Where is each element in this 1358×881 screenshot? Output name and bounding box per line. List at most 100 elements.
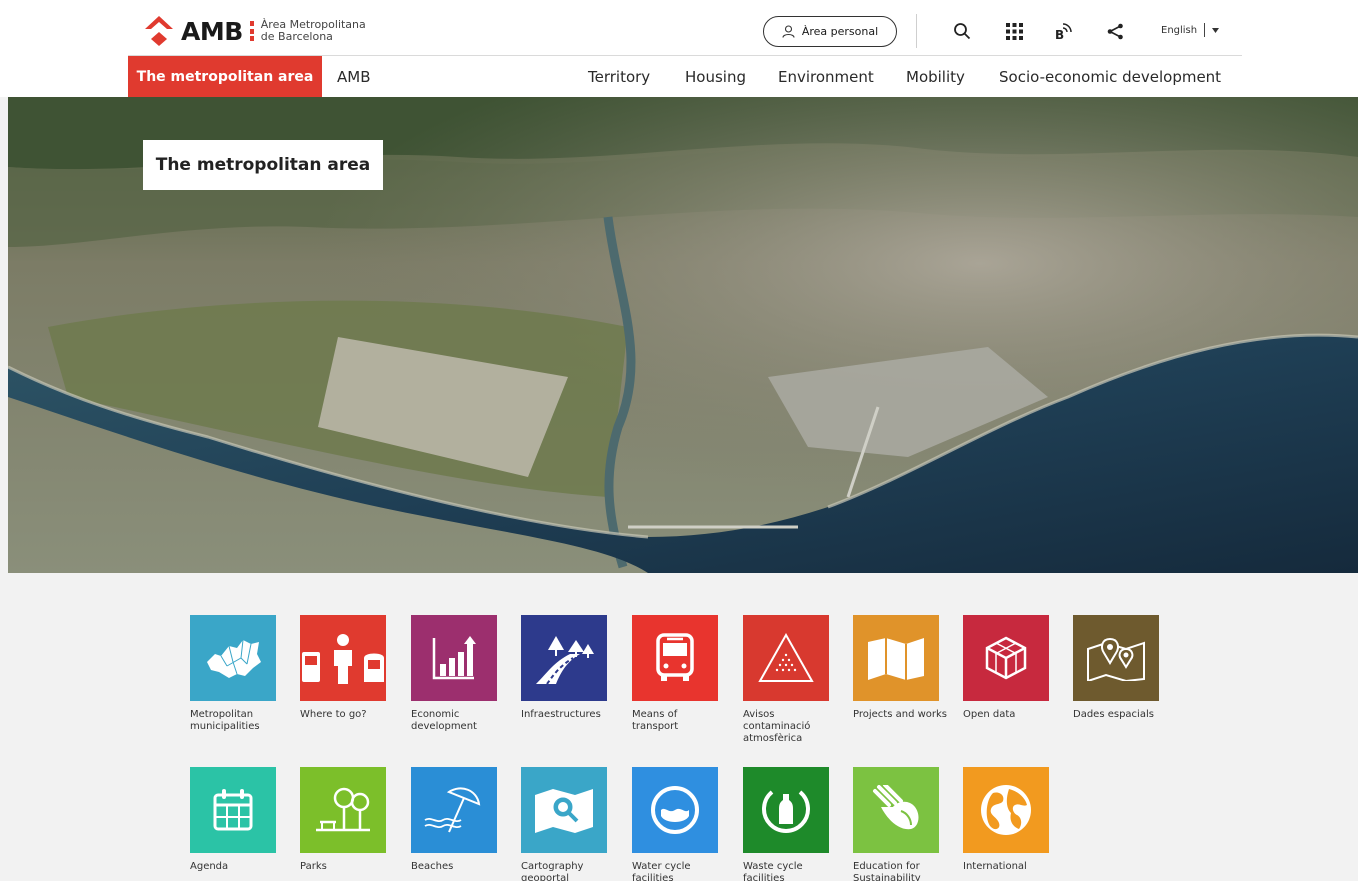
area-personal-label: Àrea personal (801, 25, 879, 38)
trees-bench-icon (316, 787, 370, 832)
calendar-icon (213, 789, 253, 831)
logo-word: AMB (181, 16, 243, 46)
beach-umbrella-icon (424, 787, 481, 833)
tile-avisos-contaminacio-atmosferica[interactable]: Avisos contaminació atmosfèrica (743, 615, 829, 745)
tile-means-of-transport[interactable]: Means of transport (632, 615, 718, 733)
tile-infraestructures[interactable]: Infraestructures (521, 615, 607, 721)
tile-label: International (963, 861, 1027, 872)
tile-water-cycle-facilities[interactable]: Water cycle facilities (632, 767, 718, 881)
tile-metropolitan-municipalities[interactable]: Metropolitan municipalities (190, 615, 276, 733)
apps-button[interactable] (1001, 18, 1027, 44)
nav-item-territory[interactable]: Territory (588, 56, 650, 97)
tile-beaches[interactable]: Beaches (411, 767, 497, 873)
tile-label: Parks (300, 861, 327, 872)
search-icon (954, 23, 971, 40)
tile-box (963, 767, 1049, 853)
tile-box (300, 615, 386, 701)
area-personal-button[interactable]: Àrea personal (763, 16, 897, 47)
folded-map-icon (868, 638, 924, 680)
svg-text:B: B (1055, 28, 1064, 41)
hero-aerial-image: The metropolitan area (8, 97, 1358, 573)
language-selector[interactable]: English (1161, 23, 1220, 37)
tile-box (853, 767, 939, 853)
tile-where-to-go[interactable]: Where to go? (300, 615, 386, 721)
water-cycle-icon (651, 786, 699, 834)
tile-parks[interactable]: Parks (300, 767, 386, 873)
tile-agenda[interactable]: Agenda (190, 767, 276, 873)
apps-grid-icon (1005, 22, 1023, 40)
tile-box (411, 767, 497, 853)
nav-item-socio-economic-development[interactable]: Socio-economic development (999, 56, 1221, 97)
map-pin-icon (1087, 637, 1145, 681)
share-button[interactable] (1102, 18, 1128, 44)
map-municipalities-icon (207, 639, 261, 678)
logo-subtitle: Àrea Metropolitana de Barcelona (260, 18, 366, 43)
pedestrian-transport-icon (302, 634, 384, 684)
tile-box (190, 615, 276, 701)
tile-international[interactable]: International (963, 767, 1049, 873)
map-search-icon (535, 789, 593, 833)
bicing-button[interactable]: B (1051, 18, 1077, 44)
bottle-cycle-icon (762, 790, 810, 833)
tile-open-data[interactable]: Open data (963, 615, 1049, 721)
tile-box (743, 767, 829, 853)
tile-box (963, 615, 1049, 701)
language-divider (1204, 23, 1206, 37)
hands-leaf-icon (873, 785, 919, 830)
bus-icon (656, 633, 694, 681)
tile-cartography-geoportal[interactable]: Cartography geoportal (521, 767, 607, 881)
tile-label: Beaches (411, 861, 454, 872)
search-button[interactable] (949, 18, 975, 44)
tile-box (743, 615, 829, 701)
tile-box (632, 767, 718, 853)
tile-label: Cartography geoportal (521, 861, 584, 881)
tile-dades-espacials[interactable]: Dades espacials (1073, 615, 1159, 721)
tile-label: Waste cycle facilities (743, 861, 803, 881)
hero-title: The metropolitan area (143, 140, 383, 190)
tile-projects-and-works[interactable]: Projects and works (853, 615, 947, 721)
amb-logo[interactable]: AMB Àrea Metropolitana de Barcelona (145, 14, 366, 48)
logo-dots (249, 21, 255, 41)
tile-box (521, 615, 607, 701)
tile-label: Avisos contaminació atmosfèrica (743, 709, 811, 744)
tile-education-for-sustainability[interactable]: Education for Sustainability (853, 767, 939, 881)
nav-item-mobility[interactable]: Mobility (906, 56, 965, 97)
tile-label: Projects and works (853, 709, 948, 720)
tile-label: Education for Sustainability (853, 861, 921, 881)
tile-box (411, 615, 497, 701)
chevron-down-icon (1212, 27, 1220, 33)
tile-box (521, 767, 607, 853)
amb-diamond-logo-icon (145, 16, 173, 46)
tile-label: Water cycle facilities (632, 861, 691, 881)
nav-item-the-metropolitan-area[interactable]: The metropolitan area (128, 56, 322, 97)
nav-item-housing[interactable]: Housing (685, 56, 746, 97)
tile-label: Open data (963, 709, 1016, 720)
language-label: English (1161, 24, 1198, 36)
tile-box (853, 615, 939, 701)
cube-data-icon (985, 636, 1027, 680)
tile-label: Economic development (411, 709, 477, 732)
nav-item-environment[interactable]: Environment (778, 56, 874, 97)
nav-item-amb[interactable]: AMB (337, 56, 371, 97)
tile-label: Where to go? (300, 709, 367, 720)
tile-box (300, 767, 386, 853)
share-icon (1107, 23, 1123, 39)
tile-box (632, 615, 718, 701)
warning-triangle-icon (758, 633, 814, 682)
tile-label: Infraestructures (521, 709, 601, 720)
tile-label: Metropolitan municipalities (190, 709, 260, 732)
tile-waste-cycle-facilities[interactable]: Waste cycle facilities (743, 767, 829, 881)
globe-icon (981, 785, 1031, 835)
tile-box (1073, 615, 1159, 701)
tile-label: Dades espacials (1073, 709, 1154, 720)
user-icon (782, 25, 795, 38)
site-header: AMB Àrea Metropolitana de Barcelona Àrea… (0, 0, 1358, 97)
bicing-accessibility-icon: B (1055, 23, 1072, 41)
tile-box (190, 767, 276, 853)
road-trees-icon (536, 636, 594, 684)
tile-economic-development[interactable]: Economic development (411, 615, 497, 733)
bar-chart-icon (432, 636, 476, 680)
header-separator (916, 14, 917, 48)
tile-label: Means of transport (632, 709, 679, 732)
tile-label: Agenda (190, 861, 229, 872)
